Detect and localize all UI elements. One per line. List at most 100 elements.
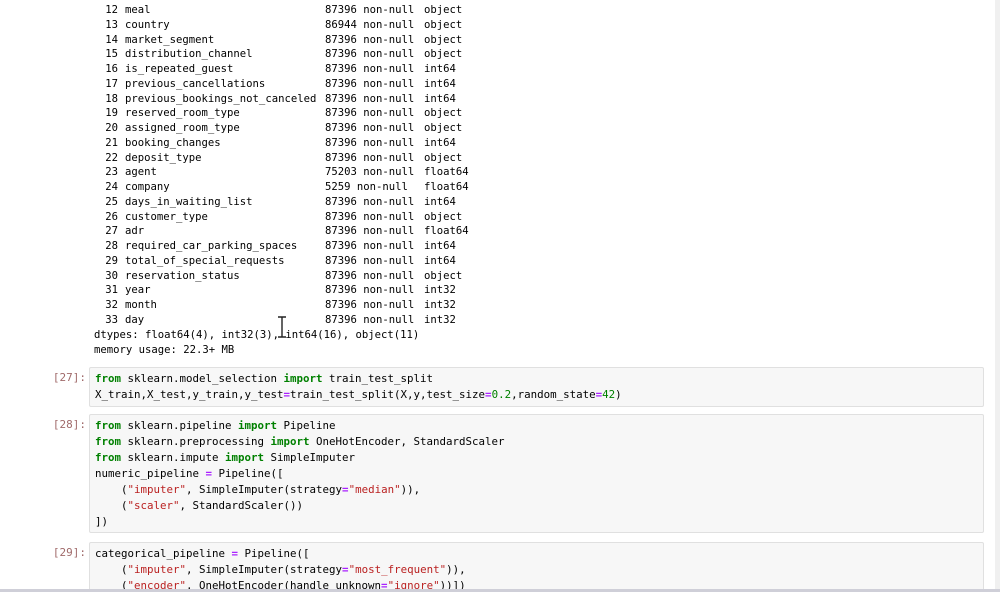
info-row: 18 previous_bookings_not_canceled 87396 no… xyxy=(94,92,514,107)
column-name: is_repeated_guest xyxy=(125,63,234,75)
non-null-count: 87396 non-null xyxy=(325,4,415,16)
non-null-count: 87396 non-null xyxy=(325,92,415,105)
code-cell-27[interactable]: from sklearn.model_selection import trai… xyxy=(89,367,984,407)
info-row: 23 agent 75203 non-null float64 xyxy=(94,165,514,180)
code-token: 42 xyxy=(602,388,616,401)
code-cell-28[interactable]: from sklearn.pipeline import Pipeline fr… xyxy=(89,414,984,533)
info-row: 14 market_segment 87396 non-null object xyxy=(94,33,514,48)
info-row: 20 assigned_room_type 87396 non-null object xyxy=(94,121,514,136)
column-dtype: int64 xyxy=(424,240,456,252)
code-token: from xyxy=(95,419,122,432)
column-index: 15 xyxy=(105,48,118,61)
column-dtype: object xyxy=(424,4,463,16)
code-cell-29[interactable]: categorical_pipeline = Pipeline([ ("impu… xyxy=(89,542,984,590)
column-name: assigned_room_type xyxy=(125,122,240,134)
code-line: from sklearn.model_selection import trai… xyxy=(95,371,433,387)
column-index: 27 xyxy=(105,225,118,238)
column-index: 17 xyxy=(105,77,118,90)
code-line: numeric_pipeline = Pipeline([ xyxy=(95,466,284,482)
info-row: 28 required_car_parking_spaces 87396 non-n… xyxy=(94,239,514,254)
code-token: from xyxy=(95,451,122,464)
non-null-count: 87396 non-null xyxy=(325,107,415,120)
non-null-count: 87396 non-null xyxy=(325,195,415,208)
info-row: 25 days_in_waiting_list 87396 non-null int6… xyxy=(94,195,514,210)
code-token: sklearn.preprocessing xyxy=(121,435,271,448)
code-line: X_train,X_test,y_train,y_test=train_test… xyxy=(95,387,622,403)
column-name: company xyxy=(125,181,170,193)
column-index: 26 xyxy=(105,210,118,223)
code-line: ("imputer", SimpleImputer(strategy="medi… xyxy=(95,482,420,498)
column-dtype: object xyxy=(424,107,463,120)
column-dtype: object xyxy=(424,122,463,134)
column-index: 30 xyxy=(105,269,118,282)
info-row: 12 meal 87396 non-null object xyxy=(94,3,514,18)
code-token: sklearn.pipeline xyxy=(121,419,239,432)
column-index: 12 xyxy=(105,4,118,16)
column-dtype: object xyxy=(424,210,463,223)
column-dtype: int32 xyxy=(424,313,456,326)
code-token: ( xyxy=(95,499,128,512)
code-token: Pipeline([ xyxy=(212,467,284,480)
column-index: 22 xyxy=(105,151,118,164)
column-dtype: object xyxy=(424,18,463,31)
non-null-count: 87396 non-null xyxy=(325,63,415,75)
column-dtype: float64 xyxy=(424,225,469,238)
column-dtype: int32 xyxy=(424,299,456,311)
column-dtype: float64 xyxy=(424,166,469,179)
info-row: 27 adr 87396 non-null float64 xyxy=(94,224,514,239)
non-null-count: 87396 non-null xyxy=(325,269,415,282)
column-index: 20 xyxy=(105,122,118,134)
column-index: 19 xyxy=(105,107,118,120)
code-token: , SimpleImputer(strategy xyxy=(186,483,343,496)
non-null-count: 87396 non-null xyxy=(325,122,415,134)
vertical-scrollbar[interactable] xyxy=(995,0,1000,592)
code-token: X_train,X_test,y_train,y_test xyxy=(95,388,284,401)
column-index: 29 xyxy=(105,254,118,267)
non-null-count: 87396 non-null xyxy=(325,284,415,297)
column-index: 14 xyxy=(105,33,118,46)
info-row: 19 reserved_room_type 87396 non-null object xyxy=(94,106,514,121)
column-index: 33 xyxy=(105,313,118,326)
column-name: day xyxy=(125,313,145,326)
column-name: days_in_waiting_list xyxy=(125,195,253,208)
column-index: 21 xyxy=(105,136,118,149)
code-token: "imputer" xyxy=(127,563,187,576)
info-row: 22 deposit_type 87396 non-null object xyxy=(94,151,514,166)
code-token: from xyxy=(95,372,122,385)
column-index: 25 xyxy=(105,195,118,208)
code-token: import xyxy=(225,451,265,464)
column-index: 24 xyxy=(105,181,118,193)
non-null-count: 87396 non-null xyxy=(325,151,415,164)
info-row: 33 day 87396 non-null int32 xyxy=(94,313,514,328)
memory-usage: memory usage: 22.3+ MB xyxy=(94,344,235,356)
column-name: deposit_type xyxy=(125,151,202,164)
column-name: adr xyxy=(125,225,145,238)
info-row: 26 customer_type 87396 non-null object xyxy=(94,210,514,225)
non-null-count: 87396 non-null xyxy=(325,225,415,238)
column-name: customer_type xyxy=(125,210,208,223)
cell-prompt-29: [29]: xyxy=(52,546,86,559)
column-index: 23 xyxy=(105,166,118,179)
dtypes-summary: dtypes: float64(4), int32(3), int64(16),… xyxy=(94,329,420,341)
column-name: reserved_room_type xyxy=(125,107,240,120)
code-token: import xyxy=(238,419,278,432)
column-dtype: int64 xyxy=(424,77,456,90)
non-null-count: 5259 non-null xyxy=(325,181,408,193)
code-token: ,random_state xyxy=(511,388,596,401)
code-token: SimpleImputer xyxy=(264,451,356,464)
column-dtype: object xyxy=(424,151,463,164)
column-dtype: float64 xyxy=(424,181,469,193)
code-line: ]) xyxy=(95,514,108,530)
column-dtype: int64 xyxy=(424,92,456,105)
column-dtype: int32 xyxy=(424,284,456,297)
column-name: reservation_status xyxy=(125,269,240,282)
column-name: market_segment xyxy=(125,33,215,46)
code-token: ( xyxy=(95,563,128,576)
code-token: import xyxy=(270,435,310,448)
column-name: distribution_channel xyxy=(125,48,253,61)
column-index: 32 xyxy=(105,299,118,311)
code-token: train_test_split(X,y,test_size xyxy=(290,388,486,401)
column-name: total_of_special_requests xyxy=(125,254,285,267)
non-null-count: 87396 non-null xyxy=(325,48,415,61)
code-token: ) xyxy=(615,388,622,401)
